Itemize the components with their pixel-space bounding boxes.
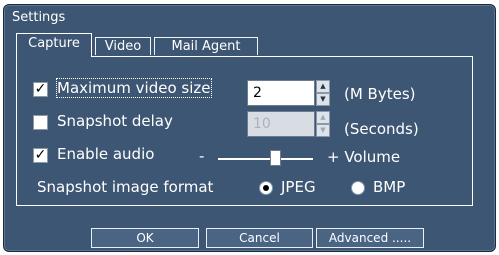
snapshot-delay-label: Snapshot delay bbox=[57, 112, 173, 130]
bmp-radio[interactable] bbox=[351, 181, 365, 195]
spin-up-button[interactable]: ▲ bbox=[316, 111, 330, 124]
max-video-size-unit: (M Bytes) bbox=[344, 85, 416, 103]
snapshot-delay-input[interactable]: 10 bbox=[247, 111, 315, 137]
volume-slider-thumb[interactable] bbox=[270, 150, 281, 166]
jpeg-radio[interactable] bbox=[259, 181, 273, 195]
bmp-label: BMP bbox=[373, 178, 406, 196]
tab-capture[interactable]: Capture bbox=[16, 33, 92, 57]
enable-audio-checkbox[interactable]: ✓ bbox=[33, 148, 48, 163]
cancel-button[interactable]: Cancel bbox=[206, 228, 313, 248]
volume-label: + Volume bbox=[327, 148, 401, 166]
snapshot-delay-unit: (Seconds) bbox=[344, 120, 419, 138]
spin-down-button[interactable]: ▼ bbox=[316, 124, 330, 137]
enable-audio-label: Enable audio bbox=[57, 145, 155, 163]
spin-up-button[interactable]: ▲ bbox=[316, 80, 330, 93]
max-video-size-label: Maximum video size bbox=[56, 78, 212, 98]
volume-minus-label: - bbox=[199, 147, 205, 165]
radio-selected-dot bbox=[263, 185, 269, 191]
max-video-size-input[interactable]: 2 bbox=[247, 80, 315, 106]
snapshot-format-label: Snapshot image format bbox=[37, 178, 214, 196]
window-title: Settings bbox=[12, 10, 66, 25]
ok-button[interactable]: OK bbox=[91, 228, 199, 248]
spin-down-button[interactable]: ▼ bbox=[316, 93, 330, 106]
tab-video[interactable]: Video bbox=[95, 37, 151, 55]
snapshot-delay-checkbox[interactable] bbox=[33, 115, 48, 130]
max-video-size-checkbox[interactable]: ✓ bbox=[33, 82, 48, 97]
advanced-button[interactable]: Advanced ..... bbox=[316, 228, 424, 248]
max-video-size-spinner: ▲ ▼ bbox=[316, 80, 330, 106]
snapshot-delay-spinner: ▲ ▼ bbox=[316, 111, 330, 137]
volume-slider-track[interactable] bbox=[218, 158, 313, 160]
tab-mail-agent[interactable]: Mail Agent bbox=[154, 37, 258, 55]
jpeg-label: JPEG bbox=[281, 178, 316, 196]
